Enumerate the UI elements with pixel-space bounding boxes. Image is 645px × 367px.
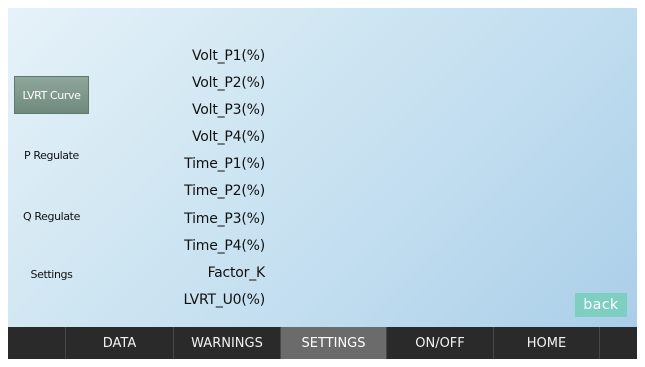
- param-volt-p2-label: Volt_P2(%): [191, 75, 265, 92]
- param-volt-p1-label: Volt_P1(%): [191, 48, 265, 64]
- sidebar-item-label: Q Regulate: [23, 209, 80, 223]
- sidebar-item-q-regulate[interactable]: Q Regulate: [14, 197, 89, 235]
- sidebar-item-label: P Regulate: [24, 148, 79, 162]
- param-volt-p3-label: Volt_P3(%): [191, 102, 265, 119]
- hmi-screen: LVRT Curve P Regulate Q Regulate Setting…: [8, 8, 637, 359]
- tab-warnings[interactable]: WARNINGS: [174, 327, 281, 359]
- param-lvrt-u0-label: LVRT_U0(%): [183, 291, 266, 308]
- tab-home[interactable]: HOME: [494, 327, 600, 359]
- tab-label: DATA: [102, 335, 137, 351]
- sidebar-item-lvrt-curve[interactable]: LVRT Curve: [14, 76, 89, 114]
- sidebar-item-label: Settings: [30, 267, 73, 281]
- sidebar-item-label: LVRT Curve: [22, 88, 81, 102]
- param-time-p1-label: Time_P1(%): [184, 156, 265, 173]
- tab-label: HOME: [526, 335, 567, 351]
- nav-spacer-right: [600, 327, 637, 359]
- sidebar-item-settings[interactable]: Settings: [14, 255, 89, 293]
- tab-label: SETTINGS: [301, 335, 366, 351]
- param-time-p4-label: Time_P4(%): [184, 237, 265, 254]
- param-time-p3-label: Time_P3(%): [184, 210, 265, 227]
- param-volt-p4-label: Volt_P4(%): [191, 129, 265, 146]
- nav-spacer-left: [8, 327, 66, 359]
- tab-settings[interactable]: SETTINGS: [281, 327, 387, 359]
- back-button[interactable]: back: [575, 293, 627, 317]
- param-time-p2-label: Time_P2(%): [184, 183, 265, 200]
- tab-label: ON/OFF: [415, 335, 465, 351]
- tab-label: WARNINGS: [191, 335, 263, 351]
- tab-on-off[interactable]: ON/OFF: [387, 327, 494, 359]
- param-factor-k-label: Factor_K: [207, 264, 266, 281]
- tab-data[interactable]: DATA: [66, 327, 174, 359]
- parameter-list: Volt_P1(%) Volt_P2(%) Volt_P3(%) Volt_P4…: [108, 43, 266, 314]
- bottom-nav-bar: DATA WARNINGS SETTINGS ON/OFF HOME: [8, 327, 637, 359]
- sidebar-item-p-regulate[interactable]: P Regulate: [14, 136, 89, 174]
